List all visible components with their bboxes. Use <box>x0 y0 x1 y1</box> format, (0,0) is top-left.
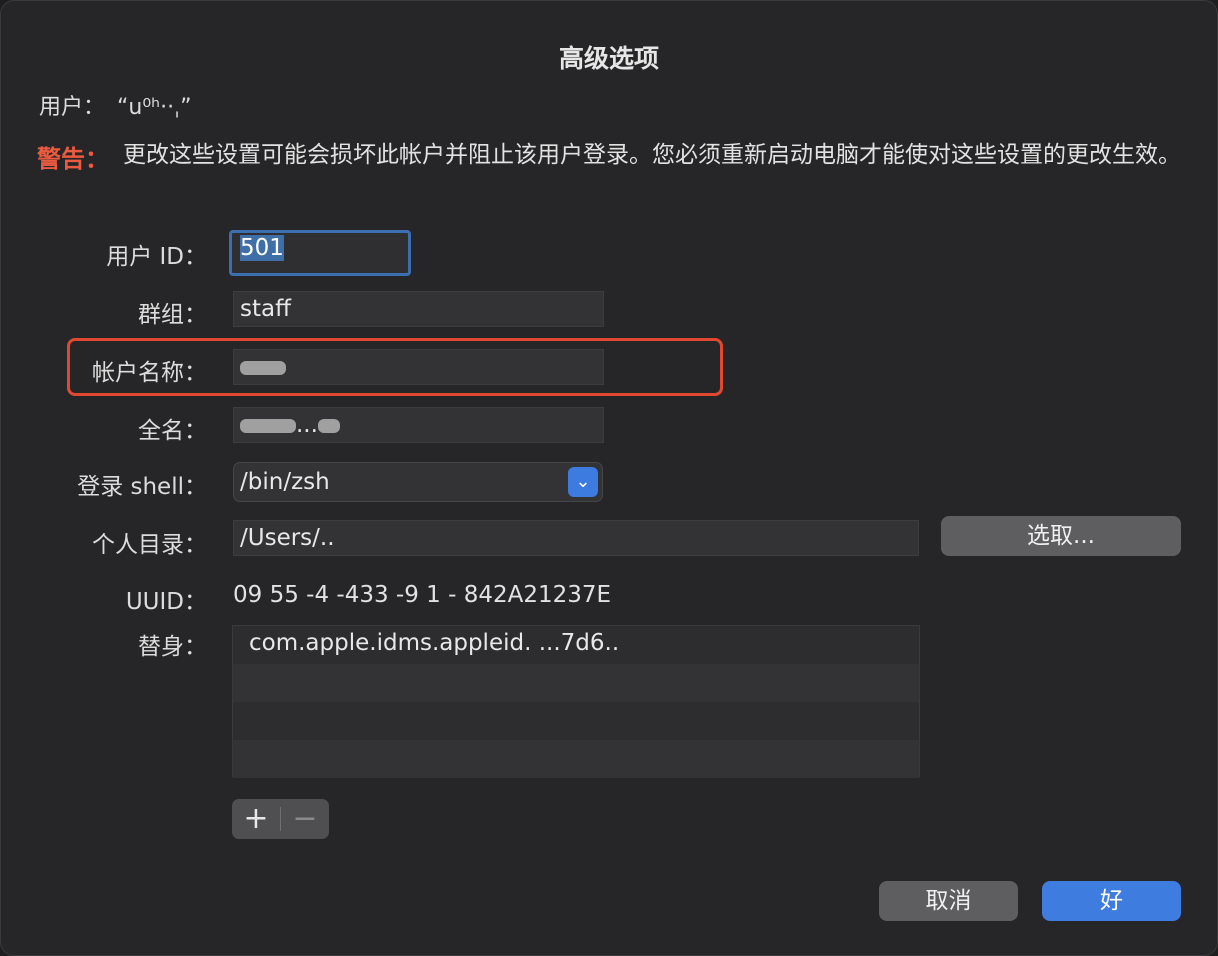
alias-row[interactable]: com.apple.idms.appleid. ...7d6.. <box>233 626 919 664</box>
warning-text: 更改这些设置可能会损坏此帐户并阻止该用户登录。您必须重新启动电脑才能使对这些设置… <box>123 142 1181 168</box>
full-name-input[interactable]: ... <box>233 407 604 443</box>
advanced-options-dialog: 高级选项 用户： “u⁰ʰ··ˌ” 警告： 更改这些设置可能会损坏此帐户并阻止该用… <box>0 0 1218 956</box>
redacted-mask <box>317 418 340 433</box>
alias-list[interactable]: com.apple.idms.appleid. ...7d6.. <box>232 625 920 778</box>
cancel-button[interactable]: 取消 <box>879 881 1018 921</box>
full-name-label: 全名： <box>138 418 207 444</box>
remove-alias-button[interactable]: − <box>281 799 329 839</box>
alias-add-remove-control: + − <box>232 799 329 839</box>
user-line: 用户： “u⁰ʰ··ˌ” <box>39 89 192 121</box>
add-alias-button[interactable]: + <box>232 799 280 839</box>
uuid-value: 09 55 -4 -433 -9 1 - 842A21237E <box>233 582 612 608</box>
alias-label: 替身： <box>138 634 207 660</box>
home-dir-input[interactable]: /Users/.. <box>233 520 919 556</box>
account-name-highlight <box>67 338 723 396</box>
group-label: 群组： <box>138 302 207 328</box>
alias-row[interactable] <box>233 702 919 740</box>
alias-row[interactable] <box>233 740 919 778</box>
user-value: “u⁰ʰ··ˌ” <box>117 95 192 120</box>
chevron-down-icon: ⌄ <box>568 467 598 497</box>
dialog-title: 高级选项 <box>558 44 659 73</box>
choose-home-dir-button[interactable]: 选取... <box>941 516 1181 556</box>
login-shell-label: 登录 shell： <box>77 474 207 500</box>
user-id-label: 用户 ID： <box>106 244 207 270</box>
group-input[interactable]: staff <box>233 291 604 327</box>
home-dir-label: 个人目录： <box>92 532 207 558</box>
user-id-value: 501 <box>240 235 284 261</box>
full-name-value: ... <box>296 412 318 438</box>
login-shell-value: /bin/zsh <box>240 469 330 495</box>
alias-row[interactable] <box>233 664 919 702</box>
user-id-input[interactable]: 501 <box>229 230 411 276</box>
uuid-label: UUID： <box>125 589 207 615</box>
redacted-mask <box>240 418 296 433</box>
login-shell-select[interactable]: /bin/zsh ⌄ <box>233 462 603 502</box>
user-label: 用户： <box>39 95 106 120</box>
ok-button[interactable]: 好 <box>1042 881 1181 921</box>
warning-label: 警告： <box>37 145 109 173</box>
